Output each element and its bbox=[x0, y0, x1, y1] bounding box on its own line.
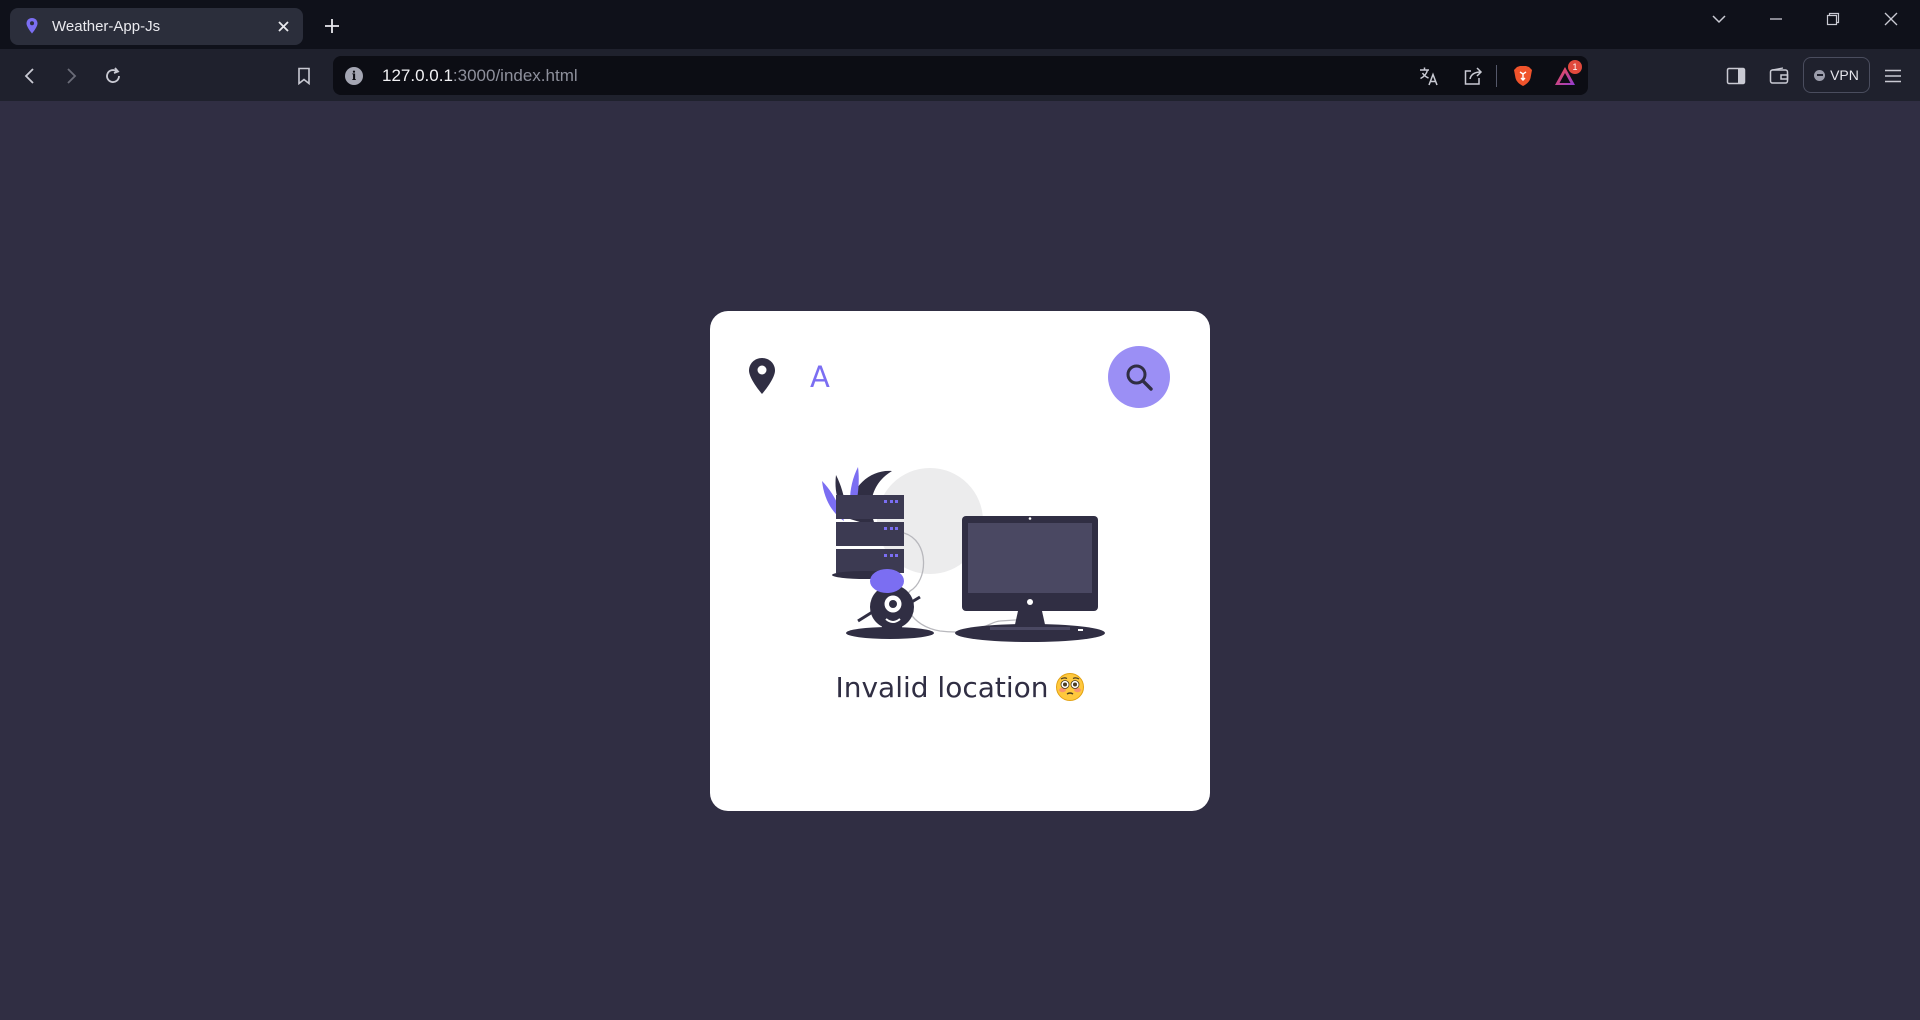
vpn-button[interactable]: VPN bbox=[1803, 57, 1870, 93]
translate-icon[interactable] bbox=[1416, 63, 1442, 89]
close-tab-icon[interactable] bbox=[274, 17, 293, 36]
address-bar[interactable]: i 127.0.0.1:3000/index.html 1 bbox=[333, 56, 1588, 95]
forward-icon[interactable] bbox=[56, 61, 86, 91]
bookmark-icon[interactable] bbox=[289, 61, 319, 91]
search-button[interactable] bbox=[1108, 346, 1170, 408]
restore-icon[interactable] bbox=[1818, 6, 1848, 32]
new-tab-button[interactable] bbox=[318, 12, 346, 40]
location-pin-icon bbox=[26, 18, 38, 34]
share-icon[interactable] bbox=[1460, 63, 1486, 89]
weather-card: Invalid location bbox=[710, 311, 1210, 811]
tab-title: Weather-App-Js bbox=[52, 18, 161, 35]
wallet-icon[interactable] bbox=[1764, 61, 1794, 91]
error-message: Invalid location bbox=[710, 671, 1210, 704]
minimize-icon[interactable] bbox=[1761, 6, 1791, 32]
close-window-icon[interactable] bbox=[1876, 6, 1906, 32]
search-icon bbox=[1126, 364, 1153, 391]
location-pin-icon bbox=[749, 358, 775, 394]
address-bar-separator bbox=[1496, 65, 1497, 87]
url-host: 127.0.0.1 bbox=[382, 66, 453, 85]
back-icon[interactable] bbox=[15, 61, 45, 91]
menu-icon[interactable] bbox=[1878, 61, 1908, 91]
vpn-status-icon bbox=[1814, 69, 1826, 81]
not-found-illustration bbox=[822, 467, 1105, 642]
brave-rewards-icon[interactable]: 1 bbox=[1552, 60, 1582, 89]
vpn-label: VPN bbox=[1830, 67, 1859, 83]
browser-toolbar: i 127.0.0.1:3000/index.html 1 VPN bbox=[0, 49, 1920, 101]
flushed-face-emoji-icon bbox=[1055, 673, 1084, 701]
url-path: :3000/index.html bbox=[452, 66, 578, 85]
sidebar-icon[interactable] bbox=[1721, 61, 1751, 91]
tab-search-chevron-icon[interactable] bbox=[1704, 6, 1734, 32]
error-message-text: Invalid location bbox=[835, 671, 1049, 704]
reload-icon[interactable] bbox=[98, 61, 128, 91]
notification-badge: 1 bbox=[1568, 60, 1582, 74]
browser-titlebar: Weather-App-Js bbox=[0, 0, 1920, 49]
url-text[interactable]: 127.0.0.1:3000/index.html bbox=[382, 66, 578, 86]
brave-shields-icon[interactable] bbox=[1510, 63, 1536, 89]
site-info-icon[interactable]: i bbox=[345, 67, 363, 85]
browser-tab[interactable]: Weather-App-Js bbox=[10, 8, 303, 45]
location-search-input[interactable] bbox=[810, 357, 1110, 397]
